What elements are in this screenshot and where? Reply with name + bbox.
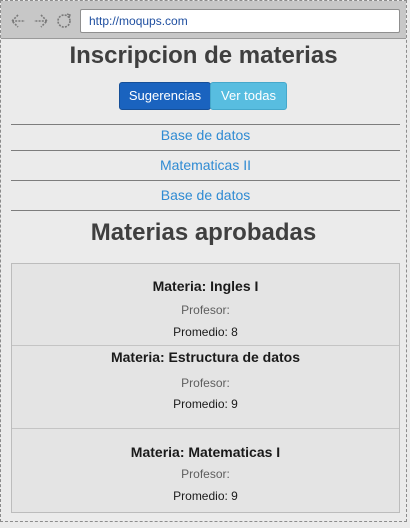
divider [11, 180, 400, 181]
back-icon[interactable] [9, 12, 27, 30]
card-average: Promedio: 9 [173, 397, 238, 411]
divider [11, 210, 400, 211]
divider [11, 150, 400, 151]
card-average: Promedio: 9 [173, 489, 238, 503]
card-divider [12, 345, 399, 346]
course-link-3[interactable]: Base de datos [11, 187, 400, 203]
course-link-2[interactable]: Matematicas II [11, 157, 400, 173]
card-divider [12, 428, 399, 429]
suggestions-button[interactable]: Sugerencias [119, 82, 211, 110]
card-subject: Materia: Ingles I [152, 278, 259, 294]
card-average: Promedio: 8 [173, 325, 238, 339]
card-subject: Materia: Estructura de datos [110, 349, 301, 365]
card-teacher: Profesor: [181, 303, 230, 317]
browser-frame: http://moqups.com Inscripcion de materia… [0, 0, 407, 522]
forward-icon[interactable] [32, 12, 50, 30]
card-teacher: Profesor: [181, 467, 230, 481]
card-teacher: Profesor: [181, 376, 230, 390]
card-subject: Materia: Matematicas I [130, 444, 281, 460]
course-link-1[interactable]: Base de datos [11, 127, 400, 143]
browser-toolbar: http://moqups.com [1, 1, 406, 39]
see-all-button[interactable]: Ver todas [210, 82, 287, 110]
approved-list: Materia: Ingles I Profesor: Promedio: 8 … [11, 263, 400, 513]
refresh-icon[interactable] [55, 12, 73, 30]
url-input[interactable]: http://moqups.com [80, 9, 400, 33]
divider [11, 124, 400, 125]
approved-title: Materias aprobadas [90, 219, 317, 246]
page-title: Inscripcion de materias [69, 42, 338, 69]
